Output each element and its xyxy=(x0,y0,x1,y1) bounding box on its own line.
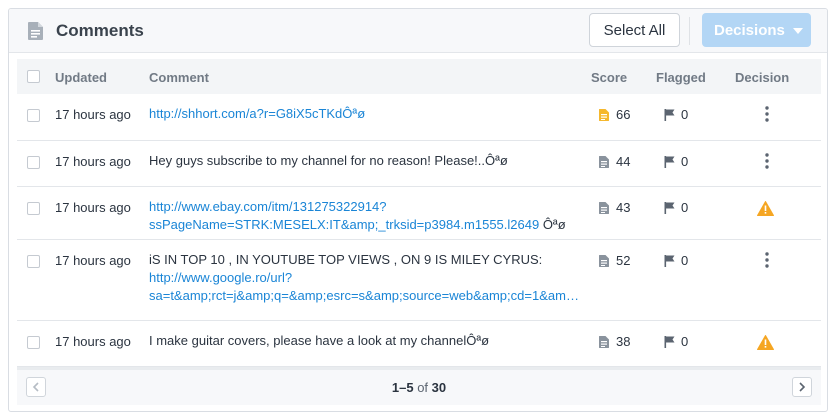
updated-time: 17 hours ago xyxy=(55,334,131,349)
comment-line-text: http://www.google.ro/url? xyxy=(149,270,293,285)
table-row: 17 hours ago I make guitar covers, please… xyxy=(17,321,821,367)
header-divider xyxy=(689,17,690,45)
comment-link[interactable]: http://www.google.ro/url? xyxy=(149,269,579,287)
document-icon xyxy=(599,109,609,121)
table-row: 17 hours ago http://www.ebay.com/itm/1312… xyxy=(17,187,821,240)
updated-time: 17 hours ago xyxy=(55,107,131,122)
comment-line: iS IN TOP 10 , IN YOUTUBE TOP VIEWS , ON… xyxy=(149,251,579,269)
flagged-count: 0 xyxy=(681,253,689,268)
score-value: 66 xyxy=(616,107,631,122)
pagination-status: 1–5 of 30 xyxy=(17,380,821,395)
updated-time: 17 hours ago xyxy=(55,253,131,268)
table-row: 17 hours ago iS IN TOP 10 , IN YOUTUBE TO… xyxy=(17,240,821,321)
comment-link[interactable]: http://shhort.com/a?r=G8iX5cTKdÔªø xyxy=(149,105,579,123)
panel-header: Comments Select All Decisions xyxy=(9,9,827,53)
page-title: Comments xyxy=(56,21,144,40)
warning-icon[interactable] xyxy=(757,335,774,350)
column-comment[interactable]: Comment xyxy=(149,70,209,85)
comment-line: Hey guys subscribe to my channel for no … xyxy=(149,152,579,170)
column-flagged[interactable]: Flagged xyxy=(656,70,706,85)
comment-line-text: iS IN TOP 10 , IN YOUTUBE TOP VIEWS , ON… xyxy=(149,252,543,267)
comment-text: http://www.ebay.com/itm/131275322914? ssP… xyxy=(149,198,579,234)
decisions-label: Decisions xyxy=(714,21,785,39)
comment-text: Hey guys subscribe to my channel for no … xyxy=(149,152,579,170)
score-value: 52 xyxy=(616,253,631,268)
table-row: 17 hours ago http://shhort.com/a?r=G8iX5c… xyxy=(17,94,821,141)
comment-suffix: Ôªø xyxy=(539,217,566,232)
updated-time: 17 hours ago xyxy=(55,200,131,215)
flagged-count: 0 xyxy=(681,107,689,122)
comment-line-text: ssPageName=STRK:MESELX:IT&amp;_trksid=p3… xyxy=(149,217,540,232)
table-row: 17 hours ago Hey guys subscribe to my cha… xyxy=(17,141,821,187)
pagination-of: of xyxy=(417,380,429,395)
row-checkbox[interactable] xyxy=(27,255,40,268)
document-icon xyxy=(599,156,609,168)
document-icon xyxy=(599,255,609,267)
select-all-button[interactable]: Select All xyxy=(589,13,680,47)
pagination-bar: 1–5 of 30 xyxy=(17,367,821,405)
document-icon xyxy=(599,336,609,348)
comment-text: http://shhort.com/a?r=G8iX5cTKdÔªø xyxy=(149,105,579,123)
flagged-count: 0 xyxy=(681,334,689,349)
comment-link[interactable]: sa=t&amp;rct=j&amp;q=&amp;esrc=s&amp;sou… xyxy=(149,287,579,305)
comments-panel: Comments Select All Decisions Updated Co… xyxy=(8,8,828,412)
select-all-checkbox[interactable] xyxy=(27,70,40,83)
pagination-total: 30 xyxy=(431,380,447,395)
flag-icon xyxy=(664,109,675,121)
comment-line-text: I make guitar covers, please have a look… xyxy=(149,333,490,348)
column-decision[interactable]: Decision xyxy=(735,70,789,85)
score-value: 44 xyxy=(616,154,631,169)
comment-line: I make guitar covers, please have a look… xyxy=(149,332,579,350)
flag-icon xyxy=(664,202,675,214)
comment-link[interactable]: http://www.ebay.com/itm/131275322914? xyxy=(149,198,579,216)
score-value: 38 xyxy=(616,334,631,349)
comment-line-text: http://shhort.com/a?r=G8iX5cTKdÔªø xyxy=(149,106,366,121)
next-page-button[interactable] xyxy=(792,377,812,397)
document-icon xyxy=(28,22,43,40)
column-updated[interactable]: Updated xyxy=(55,70,107,85)
comment-link[interactable]: ssPageName=STRK:MESELX:IT&amp;_trksid=p3… xyxy=(149,216,579,234)
row-checkbox[interactable] xyxy=(27,156,40,169)
flagged-count: 0 xyxy=(681,154,689,169)
decisions-button[interactable]: Decisions xyxy=(702,13,811,47)
document-icon xyxy=(599,202,609,214)
score-value: 43 xyxy=(616,200,631,215)
flagged-count: 0 xyxy=(681,200,689,215)
table-header: Updated Comment Score Flagged Decision xyxy=(17,59,821,94)
comment-line-text: sa=t&amp;rct=j&amp;q=&amp;esrc=s&amp;sou… xyxy=(149,288,579,303)
flag-icon xyxy=(664,255,675,267)
pagination-range: 1–5 xyxy=(391,380,414,395)
comment-line-text: http://www.ebay.com/itm/131275322914? xyxy=(149,199,387,214)
updated-time: 17 hours ago xyxy=(55,154,131,169)
comment-text: iS IN TOP 10 , IN YOUTUBE TOP VIEWS , ON… xyxy=(149,251,579,305)
comment-line-text: Hey guys subscribe to my channel for no … xyxy=(149,153,508,168)
caret-down-icon xyxy=(793,28,803,34)
kebab-menu-icon[interactable] xyxy=(761,152,773,170)
row-checkbox[interactable] xyxy=(27,109,40,122)
chevron-right-icon xyxy=(799,382,806,392)
row-checkbox[interactable] xyxy=(27,336,40,349)
warning-icon[interactable] xyxy=(757,201,774,216)
kebab-menu-icon[interactable] xyxy=(761,251,773,269)
comment-text: I make guitar covers, please have a look… xyxy=(149,332,579,350)
column-score[interactable]: Score xyxy=(591,70,627,85)
flag-icon xyxy=(664,336,675,348)
flag-icon xyxy=(664,156,675,168)
kebab-menu-icon[interactable] xyxy=(761,105,773,123)
row-checkbox[interactable] xyxy=(27,202,40,215)
